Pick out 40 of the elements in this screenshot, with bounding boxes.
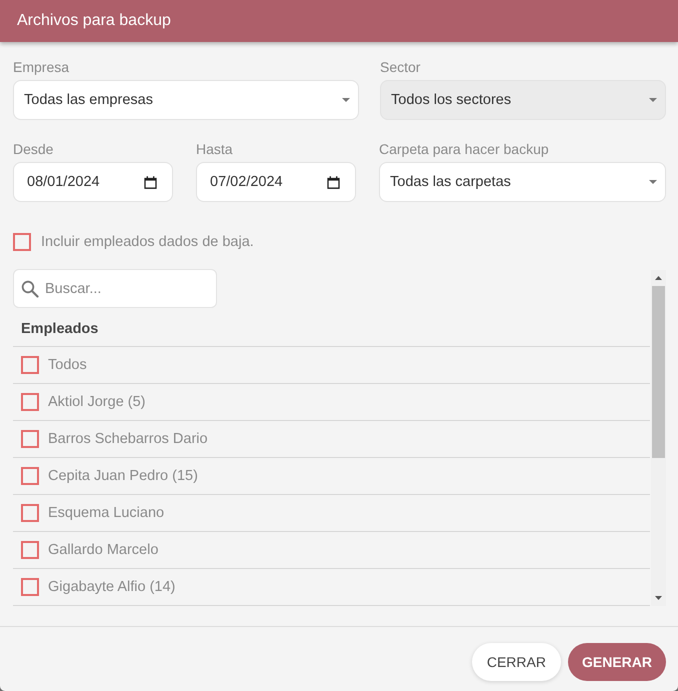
column-header: Empleados bbox=[21, 321, 98, 337]
date-field[interactable]: 08/01/2024 bbox=[13, 162, 173, 202]
scroll-down-arrow-icon[interactable] bbox=[655, 596, 662, 600]
search-field[interactable]: Buscar... bbox=[13, 269, 217, 308]
checkbox[interactable] bbox=[21, 467, 39, 485]
scrollbar[interactable] bbox=[651, 270, 666, 606]
calendar-icon[interactable] bbox=[144, 176, 157, 188]
caret-icon bbox=[649, 180, 657, 184]
search-icon bbox=[21, 280, 39, 298]
close-button[interactable]: CERRAR bbox=[472, 643, 561, 681]
checkbox[interactable] bbox=[21, 541, 39, 559]
employee-name: Barros Schebarros Dario bbox=[48, 431, 208, 447]
checkbox-label: Incluir empleados dados de baja. bbox=[41, 234, 254, 250]
field-label: Carpeta para hacer backup bbox=[379, 140, 549, 158]
checkbox[interactable] bbox=[21, 504, 39, 522]
date-field[interactable]: 07/02/2024 bbox=[196, 162, 356, 202]
select-field[interactable]: Todas las empresas bbox=[13, 80, 359, 120]
employee-name: Esquema Luciano bbox=[48, 505, 164, 521]
checkbox[interactable] bbox=[21, 430, 39, 448]
checkbox[interactable] bbox=[21, 356, 39, 374]
employee-name: Todos bbox=[48, 357, 87, 373]
checkbox[interactable] bbox=[21, 393, 39, 411]
field-label: Hasta bbox=[196, 140, 233, 158]
employee-name: Gigabayte Alfio (14) bbox=[48, 579, 176, 595]
caret-icon bbox=[342, 98, 350, 102]
caret-icon bbox=[649, 98, 657, 102]
field-label: Empresa bbox=[13, 58, 70, 76]
select-field[interactable]: Todas las carpetas bbox=[379, 162, 666, 202]
employee-name: Aktiol Jorge (5) bbox=[48, 394, 146, 410]
dialog-title: Archivos para backup bbox=[17, 12, 171, 30]
employee-name: Gallardo Marcelo bbox=[48, 542, 158, 558]
employee-name: Cepita Juan Pedro (15) bbox=[48, 468, 198, 484]
checkbox[interactable] bbox=[21, 578, 39, 596]
scrollbar-thumb[interactable] bbox=[652, 286, 665, 458]
field-label: Sector bbox=[380, 58, 420, 76]
generate-button[interactable]: GENERAR bbox=[568, 643, 666, 681]
calendar-icon[interactable] bbox=[327, 176, 340, 188]
scroll-up-arrow-icon[interactable] bbox=[655, 276, 662, 280]
field-label: Desde bbox=[13, 140, 54, 158]
checkbox[interactable] bbox=[13, 233, 31, 251]
